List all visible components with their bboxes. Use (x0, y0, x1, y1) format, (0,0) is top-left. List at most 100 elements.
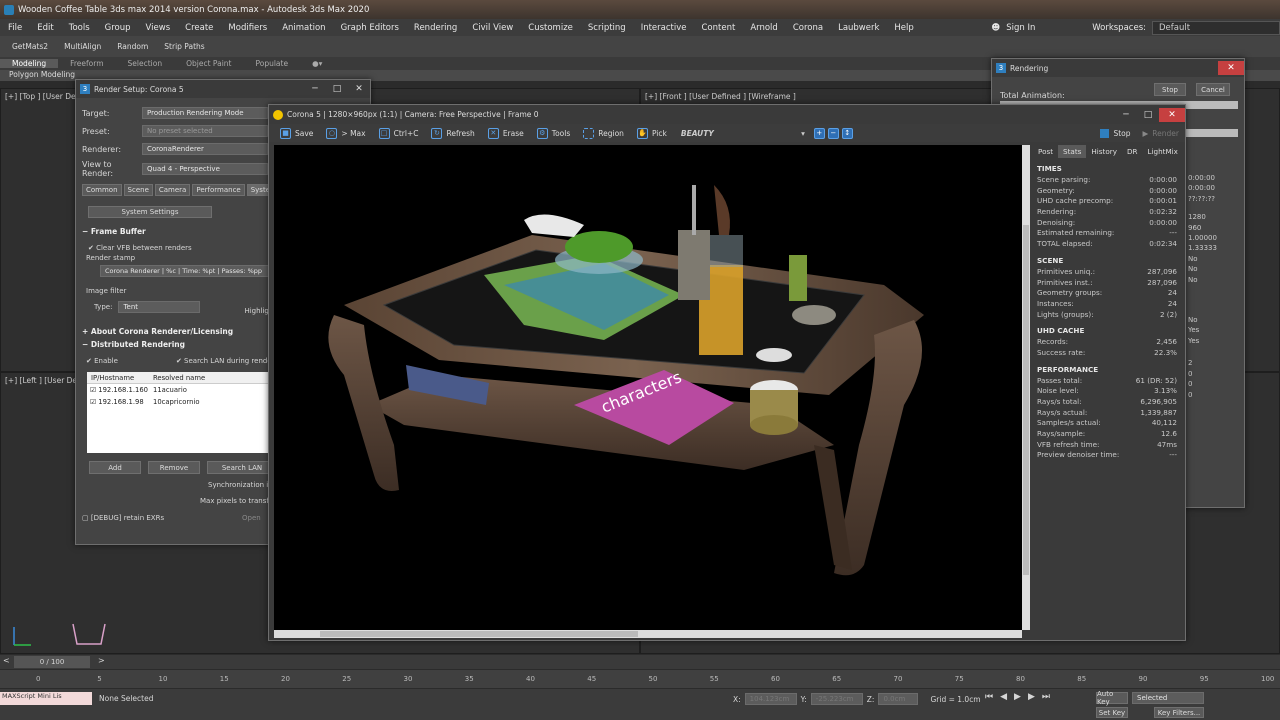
menu-group[interactable]: Group (105, 23, 131, 33)
debug-exr-checkbox[interactable]: ▢ [DEBUG] retain EXRs (82, 514, 242, 522)
play-icon[interactable]: ▶ (1143, 129, 1149, 138)
maximize-icon[interactable]: □ (1137, 108, 1159, 122)
stop-button[interactable]: Stop (1154, 83, 1186, 96)
menu-customize[interactable]: Customize (528, 23, 573, 33)
menu-graph-editors[interactable]: Graph Editors (341, 23, 399, 33)
menu-edit[interactable]: Edit (37, 23, 53, 33)
cancel-button[interactable]: Cancel (1196, 83, 1230, 96)
random-button[interactable]: Random (117, 42, 148, 51)
renderer-select[interactable]: CoronaRenderer (142, 143, 268, 155)
preset-select[interactable]: No preset selected (142, 125, 268, 137)
play-icon[interactable]: ▶ (1014, 692, 1021, 702)
zoom-in-icon[interactable]: + (813, 127, 825, 139)
tab-common[interactable]: Common (82, 184, 122, 196)
erase-button[interactable]: ✕ Erase (483, 127, 529, 139)
next-frame-icon[interactable]: > (98, 656, 105, 665)
tab-post[interactable]: Post (1033, 145, 1058, 158)
goto-start-icon[interactable]: ⏮ (985, 692, 993, 702)
menu-file[interactable]: File (8, 23, 22, 33)
channel-select[interactable]: BEAUTY ▾ (681, 129, 805, 138)
workspace-select[interactable]: Default (1152, 20, 1280, 35)
render-button[interactable]: Render (1152, 129, 1179, 138)
table-row[interactable]: ☑ 192.168.1.98 10capricornio (87, 396, 277, 408)
menu-help[interactable]: Help (894, 23, 913, 33)
enable-checkbox[interactable]: ✔ Enable (86, 357, 118, 365)
dr-node-list[interactable]: IP/Hostname Resolved name ☑ 192.168.1.16… (87, 372, 277, 453)
x-coordinate-field[interactable]: 104.123cm (744, 693, 797, 705)
set-key-button[interactable]: Set Key (1096, 707, 1128, 718)
maximize-icon[interactable]: □ (326, 82, 348, 96)
close-icon[interactable]: ✕ (1218, 61, 1244, 75)
tab-performance[interactable]: Performance (192, 184, 245, 196)
menu-content[interactable]: Content (702, 23, 736, 33)
next-key-icon[interactable]: ▶ (1028, 692, 1035, 702)
render-stamp-field[interactable]: Corona Renderer | %c | Time: %pt | Passe… (100, 265, 272, 277)
tab-selection[interactable]: Selection (116, 59, 175, 68)
goto-end-icon[interactable]: ⏭ (1042, 692, 1050, 702)
sign-in-link[interactable]: Sign In (1006, 23, 1086, 33)
tab-dr[interactable]: DR (1122, 145, 1143, 158)
region-button[interactable]: Region (578, 127, 629, 139)
tab-populate[interactable]: Populate (243, 59, 300, 68)
menu-arnold[interactable]: Arnold (750, 23, 778, 33)
menu-create[interactable]: Create (185, 23, 213, 33)
close-icon[interactable]: ✕ (1159, 107, 1185, 122)
key-filter-select[interactable]: Selected (1132, 692, 1204, 704)
tools-button[interactable]: ⚙ Tools (532, 127, 575, 139)
tab-object-paint[interactable]: Object Paint (174, 59, 243, 68)
row-checkbox[interactable]: ☑ (90, 386, 96, 394)
zoom-out-icon[interactable]: − (827, 127, 839, 139)
search-lan-checkbox[interactable]: ✔ Search LAN during rende (176, 357, 272, 365)
strip-paths-button[interactable]: Strip Paths (164, 42, 204, 51)
filter-type-select[interactable]: Tent (118, 301, 201, 313)
column-ip[interactable]: IP/Hostname (87, 374, 153, 382)
system-settings-button[interactable]: System Settings (88, 206, 212, 218)
menu-scripting[interactable]: Scripting (588, 23, 626, 33)
menu-laubwerk[interactable]: Laubwerk (838, 23, 879, 33)
save-button[interactable]: ■ Save (275, 127, 318, 139)
minimize-icon[interactable]: ─ (1115, 108, 1137, 122)
menu-animation[interactable]: Animation (282, 23, 325, 33)
render-canvas[interactable]: characters (274, 145, 1022, 630)
menu-interactive[interactable]: Interactive (641, 23, 687, 33)
tab-scene[interactable]: Scene (123, 184, 153, 196)
tab-lightmix[interactable]: LightMix (1143, 145, 1183, 158)
view-to-render-select[interactable]: Quad 4 - Perspective (142, 163, 268, 175)
prev-frame-icon[interactable]: < (3, 656, 10, 665)
stop-button[interactable]: Stop (1113, 129, 1130, 138)
menu-tools[interactable]: Tools (69, 23, 90, 33)
menu-civil-view[interactable]: Civil View (472, 23, 513, 33)
prev-key-icon[interactable]: ◀ (1000, 692, 1007, 702)
tab-stats[interactable]: Stats (1058, 145, 1087, 158)
row-checkbox[interactable]: ☑ (90, 398, 96, 406)
ribbon-options-icon[interactable]: ●▾ (300, 59, 334, 68)
tab-history[interactable]: History (1086, 145, 1122, 158)
y-coordinate-field[interactable]: -25.223cm (810, 693, 863, 705)
multialign-button[interactable]: MultiAlign (64, 42, 101, 51)
key-filters-button[interactable]: Key Filters... (1154, 707, 1204, 718)
column-resolved[interactable]: Resolved name (153, 374, 205, 382)
remove-button[interactable]: Remove (148, 461, 200, 474)
track-bar[interactable]: 0 5 10 15 20 25 30 35 40 45 50 55 60 65 70 75 80 85 90 95 10… (0, 670, 1280, 688)
search-lan-button[interactable]: Search LAN (207, 461, 277, 474)
time-slider[interactable]: 0 / 100 < > (0, 655, 1280, 669)
getmats-button[interactable]: GetMats2 (12, 42, 48, 51)
target-select[interactable]: Production Rendering Mode (142, 107, 268, 119)
pick-button[interactable]: ✋ Pick (632, 127, 672, 139)
copy-button[interactable]: □ Ctrl+C (374, 127, 424, 139)
maxscript-listener[interactable]: MAXScript Mini Lis (0, 692, 92, 705)
menu-views[interactable]: Views (146, 23, 171, 33)
zoom-fit-icon[interactable]: ↕ (841, 127, 853, 139)
z-coordinate-field[interactable]: 0.0cm (878, 693, 919, 705)
refresh-button[interactable]: ↻ Refresh (426, 127, 479, 139)
table-row[interactable]: ☑ 192.168.1.160 11acuario (87, 384, 277, 396)
menu-modifiers[interactable]: Modifiers (228, 23, 267, 33)
stop-icon[interactable] (1100, 128, 1110, 138)
to-max-button[interactable]: ○ > Max (321, 127, 370, 139)
time-slider-thumb[interactable]: 0 / 100 (14, 656, 90, 668)
minimize-icon[interactable]: ─ (304, 82, 326, 96)
menu-rendering[interactable]: Rendering (414, 23, 457, 33)
tab-freeform[interactable]: Freeform (58, 59, 115, 68)
close-icon[interactable]: ✕ (348, 82, 370, 96)
tab-camera[interactable]: Camera (154, 184, 191, 196)
